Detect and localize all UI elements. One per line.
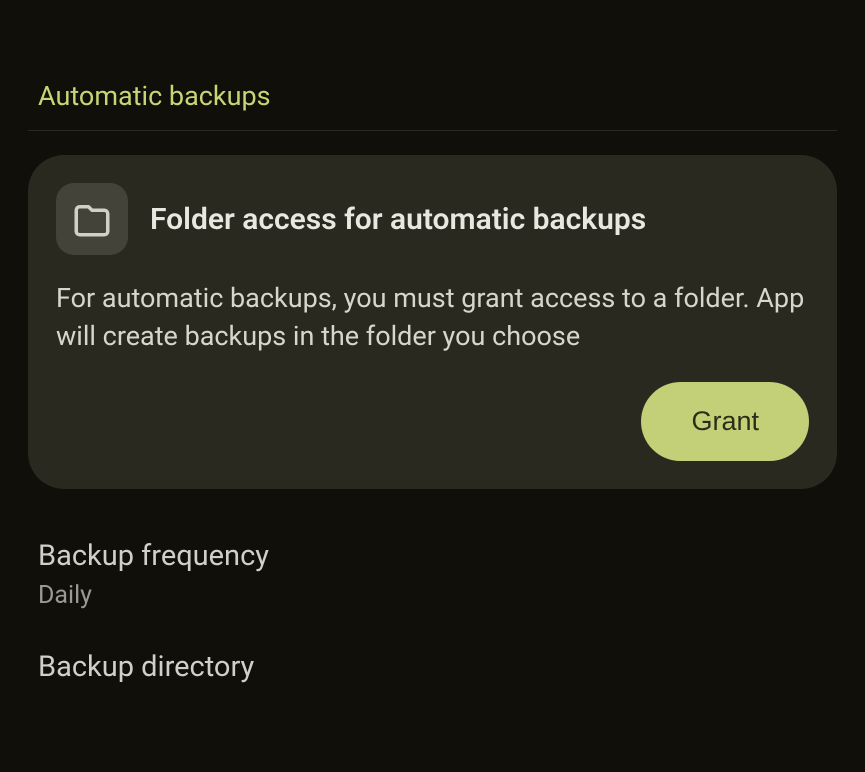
settings-list: Backup frequency Daily Backup directory: [0, 489, 865, 684]
backup-directory-label: Backup directory: [38, 650, 827, 684]
backup-frequency-row[interactable]: Backup frequency Daily: [38, 539, 827, 610]
card-description: For automatic backups, you must grant ac…: [56, 279, 809, 356]
folder-access-card: Folder access for automatic backups For …: [28, 155, 837, 489]
card-header: Folder access for automatic backups: [56, 183, 809, 255]
section-header: Automatic backups: [0, 0, 271, 130]
divider: [28, 130, 837, 131]
grant-button[interactable]: Grant: [641, 382, 809, 461]
backup-frequency-label: Backup frequency: [38, 539, 827, 573]
backup-frequency-value: Daily: [38, 581, 827, 610]
folder-icon: [71, 198, 113, 240]
card-actions: Grant: [56, 382, 809, 461]
folder-icon-box: [56, 183, 128, 255]
card-title: Folder access for automatic backups: [150, 200, 646, 239]
backup-directory-row[interactable]: Backup directory: [38, 650, 827, 684]
